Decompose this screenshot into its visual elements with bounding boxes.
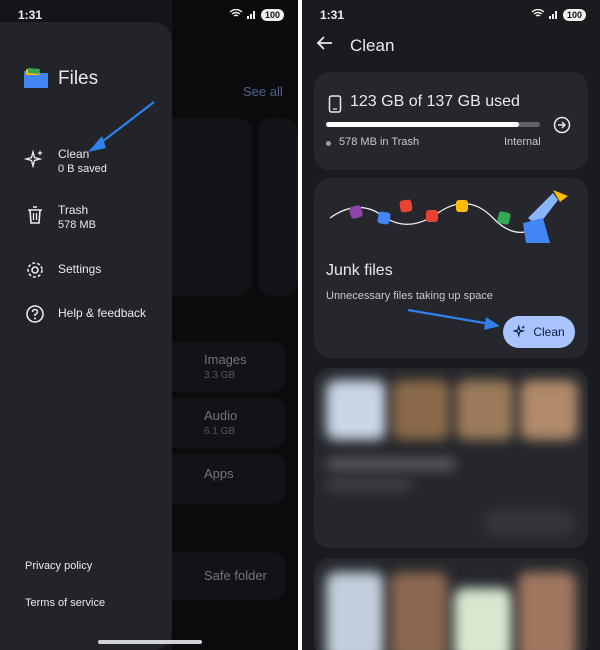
junk-illustration [329, 190, 568, 243]
drawer-item-label: Settings [58, 262, 102, 276]
signal-icon [246, 8, 257, 22]
wifi-icon [531, 8, 545, 22]
status-time: 1:31 [320, 8, 345, 22]
signal-icon [548, 8, 559, 22]
storage-progress-fill [326, 122, 519, 127]
blurred-card [314, 368, 588, 548]
drawer-item-label: Help & feedback [58, 306, 147, 320]
blurred-card [314, 558, 588, 650]
annotation-arrow [88, 101, 155, 152]
right-screenshot: 1:31 100 Clean 123 GB of 137 GB used 578… [302, 0, 600, 650]
page-title: Clean [350, 35, 395, 55]
blurred-thumbnail [392, 380, 450, 440]
help-icon [24, 303, 46, 325]
battery-indicator: 100 [562, 9, 586, 21]
blurred-text [326, 458, 456, 470]
blurred-thumbnail [454, 588, 512, 650]
wifi-icon [229, 8, 243, 22]
drawer-item-label: Trash [58, 203, 89, 217]
blurred-thumbnail [326, 380, 386, 440]
storage-card[interactable] [314, 72, 588, 170]
drawer-item-trash[interactable]: Trash 578 MB [24, 202, 96, 233]
clean-button[interactable]: Clean [503, 316, 575, 348]
status-bar: 1:31 100 [320, 8, 586, 24]
app-name: Files [58, 68, 99, 89]
arrow-right-circle-icon[interactable] [553, 116, 571, 134]
battery-indicator: 100 [260, 9, 284, 21]
blurred-thumbnail [326, 572, 384, 650]
drawer-scrim[interactable] [172, 0, 298, 650]
drawer-item-sub: 0 B saved [58, 163, 107, 175]
storage-location: Internal [504, 136, 541, 148]
blurred-button [484, 510, 574, 536]
annotation-arrow [407, 308, 500, 330]
phone-icon [328, 95, 342, 113]
trash-icon [24, 204, 46, 226]
blurred-thumbnail [518, 572, 576, 650]
sparkle-icon [512, 323, 527, 341]
status-time: 1:31 [18, 8, 43, 22]
gesture-handle [98, 640, 202, 644]
blurred-text [326, 480, 412, 490]
trash-dot [326, 141, 331, 146]
storage-used-label: 123 GB of 137 GB used [350, 93, 520, 110]
trash-size: 578 MB in Trash [339, 136, 420, 148]
junk-files-description: Unnecessary files taking up space [326, 290, 493, 302]
storage-progress-bar [326, 122, 540, 127]
left-screenshot: See all Images 3.3 GB Audio 6.1 GB Apps … [0, 0, 298, 650]
drawer-item-help[interactable]: Help & feedback [24, 301, 146, 325]
top-app-bar: Clean [316, 34, 394, 57]
drawer-item-sub: 578 MB [58, 219, 96, 231]
blurred-thumbnail [456, 380, 514, 440]
junk-files-title: Junk files [326, 262, 393, 279]
clean-button-label: Clean [533, 325, 565, 339]
gear-icon [24, 259, 46, 281]
terms-of-service-link[interactable]: Terms of service [25, 597, 105, 609]
drawer-item-settings[interactable]: Settings [24, 257, 101, 281]
blurred-thumbnail [520, 380, 578, 440]
sparkle-icon [23, 148, 46, 170]
back-arrow-icon[interactable] [316, 34, 334, 57]
privacy-policy-link[interactable]: Privacy policy [25, 560, 92, 572]
files-logo-icon [24, 68, 48, 88]
blurred-thumbnail [390, 572, 448, 650]
